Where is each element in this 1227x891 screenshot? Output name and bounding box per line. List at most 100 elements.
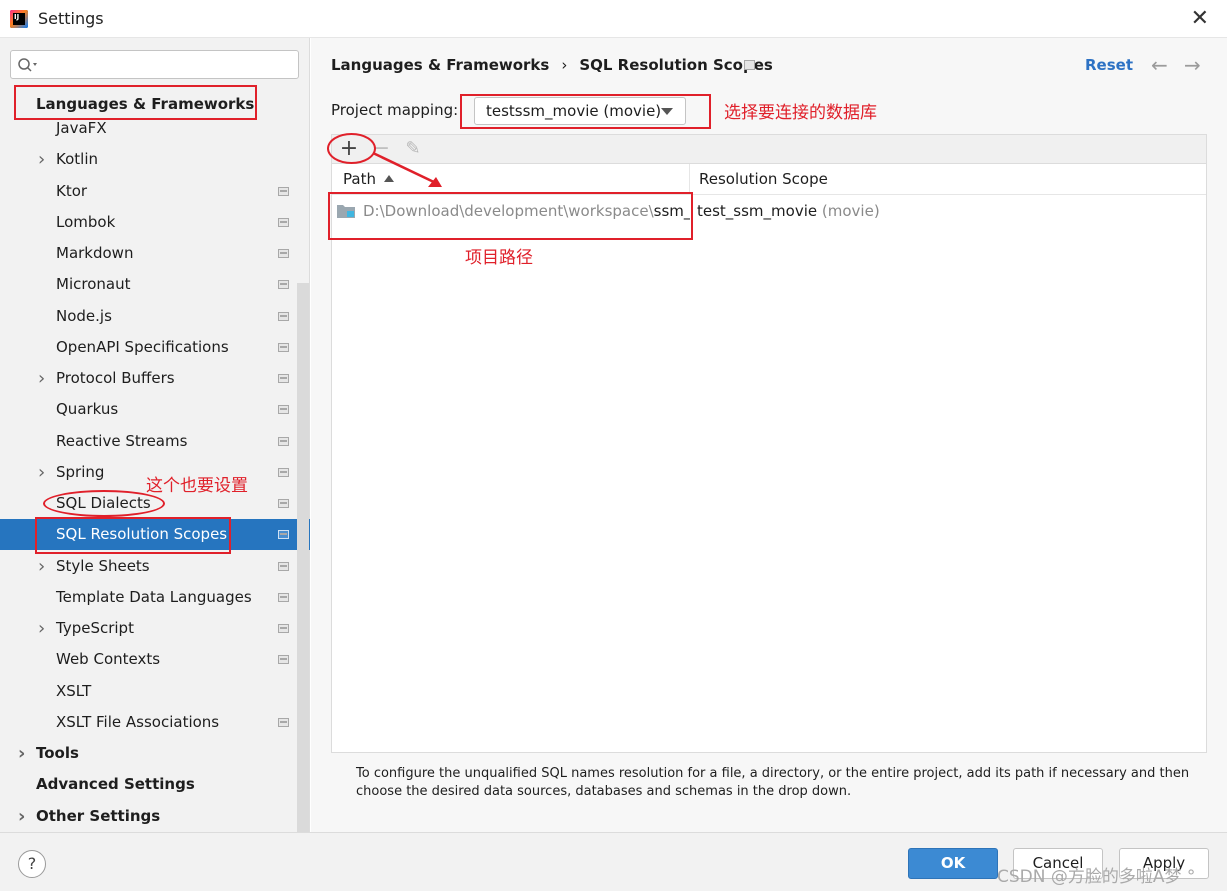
- sidebar-item-label: Node.js: [56, 307, 112, 325]
- sidebar-item-typescript[interactable]: › TypeScript: [38, 613, 310, 644]
- sidebar-item-label: XSLT: [56, 682, 92, 700]
- annotation-box-project-mapping: [460, 94, 711, 129]
- project-scope-icon: [278, 624, 289, 633]
- sidebar-item-markdown[interactable]: Markdown: [56, 238, 310, 269]
- sidebar-item-label: Lombok: [56, 213, 116, 231]
- breadcrumb-parent[interactable]: Languages & Frameworks: [331, 56, 549, 74]
- sidebar-item-label: Micronaut: [56, 275, 131, 293]
- breadcrumb: Languages & Frameworks › SQL Resolution Sc…: [331, 56, 773, 74]
- sidebar-item-reactive-streams[interactable]: Reactive Streams: [56, 426, 310, 457]
- sidebar-item-quarkus[interactable]: Quarkus: [56, 394, 310, 425]
- sidebar-item-label: Reactive Streams: [56, 432, 188, 450]
- sidebar-item-label: Quarkus: [56, 400, 119, 418]
- project-scope-icon: [278, 218, 289, 227]
- project-scope-icon: [278, 280, 289, 289]
- annotation-box-resolution-scopes: [35, 517, 231, 554]
- project-mapping-label: Project mapping:: [331, 101, 459, 119]
- help-description: To configure the unqualified SQL names r…: [356, 766, 1190, 799]
- annotation-ellipse-add: [327, 133, 376, 164]
- sidebar-item-web-contexts[interactable]: Web Contexts: [56, 644, 310, 675]
- chevron-right-icon[interactable]: ›: [38, 144, 45, 175]
- project-scope-icon: [278, 374, 289, 383]
- project-scope-icon: [744, 60, 755, 70]
- sidebar-item-label: Markdown: [56, 244, 134, 262]
- breadcrumb-separator: ›: [561, 56, 568, 74]
- sidebar-item-label: XSLT File Associations: [56, 713, 220, 731]
- annotation-arrow-icon: [372, 151, 442, 187]
- sidebar-item-label: Kotlin: [56, 150, 98, 168]
- title-bar: IJ Settings ✕: [0, 0, 1227, 38]
- reset-link[interactable]: Reset: [1085, 56, 1133, 74]
- sidebar-scrollbar[interactable]: [297, 283, 309, 832]
- sidebar-item-xslt[interactable]: XSLT: [56, 676, 310, 707]
- project-scope-icon: [278, 249, 289, 258]
- annotation-box-path: [328, 192, 693, 240]
- project-scope-icon: [278, 530, 289, 539]
- chevron-right-icon[interactable]: ›: [38, 551, 45, 582]
- intellij-logo-icon: IJ: [10, 10, 28, 28]
- settings-sidebar: Languages & Frameworks JavaFX › Kotlin Ktor…: [0, 38, 310, 832]
- annotation-ellipse-dialects: [43, 490, 165, 517]
- help-button[interactable]: ?: [18, 850, 46, 878]
- annotation-path-note: 项目路径: [465, 248, 533, 268]
- search-field[interactable]: [10, 50, 299, 79]
- scopes-table: Path Resolution Scope D:\Download\develo…: [331, 164, 1207, 753]
- table-toolbar: + − ✎: [331, 134, 1207, 164]
- project-scope-icon: [278, 655, 289, 664]
- chevron-right-icon[interactable]: ›: [18, 738, 25, 769]
- project-scope-icon: [278, 405, 289, 414]
- window-title: Settings: [38, 9, 104, 28]
- scope-cell[interactable]: test_ssm_movie (movie): [690, 196, 1206, 227]
- sidebar-item-openapi-specifications[interactable]: OpenAPI Specifications: [56, 332, 310, 363]
- watermark: CSDN @方脸的多啦A梦 °: [997, 867, 1196, 887]
- project-scope-icon: [278, 718, 289, 727]
- sidebar-item-protocol-buffers[interactable]: › Protocol Buffers: [38, 363, 310, 394]
- project-scope-icon: [278, 593, 289, 602]
- sidebar-item-label: Web Contexts: [56, 650, 161, 668]
- chevron-right-icon[interactable]: ›: [38, 363, 45, 394]
- search-input[interactable]: [45, 54, 285, 75]
- project-scope-icon: [278, 562, 289, 571]
- sidebar-section-tools[interactable]: › Tools: [18, 738, 296, 769]
- sidebar-item-label: Ktor: [56, 182, 88, 200]
- sidebar-item-label: JavaFX: [56, 119, 107, 137]
- sidebar-section-label: Other Settings: [36, 807, 161, 825]
- project-scope-icon: [278, 312, 289, 321]
- sidebar-item-lombok[interactable]: Lombok: [56, 207, 310, 238]
- annotation-db-note: 选择要连接的数据库: [724, 103, 877, 123]
- scope-database: test_ssm_movie: [697, 202, 818, 220]
- project-scope-icon: [278, 437, 289, 446]
- chevron-right-icon[interactable]: ›: [18, 801, 25, 832]
- sidebar-section-other-settings[interactable]: › Other Settings: [18, 801, 296, 832]
- sidebar-item-label: Protocol Buffers: [56, 369, 175, 387]
- project-scope-icon: [278, 343, 289, 352]
- project-scope-icon: [278, 499, 289, 508]
- forward-arrow-icon[interactable]: →: [1184, 53, 1201, 77]
- sidebar-section-advanced-settings[interactable]: Advanced Settings: [36, 769, 296, 800]
- sidebar-item-style-sheets[interactable]: › Style Sheets: [38, 551, 310, 582]
- project-scope-icon: [278, 468, 289, 477]
- sidebar-section-label: Tools: [36, 744, 79, 762]
- sidebar-item-template-data-languages[interactable]: Template Data Languages: [56, 582, 310, 613]
- sidebar-item-ktor[interactable]: Ktor: [56, 176, 310, 207]
- ok-button[interactable]: OK: [908, 848, 998, 879]
- sidebar-item-kotlin[interactable]: › Kotlin: [38, 144, 310, 175]
- project-scope-icon: [278, 187, 289, 196]
- sidebar-item-label: OpenAPI Specifications: [56, 338, 229, 356]
- sidebar-item-label: Template Data Languages: [56, 588, 252, 606]
- sidebar-item-label: TypeScript: [56, 619, 134, 637]
- sidebar-item-micronaut[interactable]: Micronaut: [56, 269, 310, 300]
- close-icon[interactable]: ✕: [1191, 6, 1209, 31]
- sidebar-item-xslt-file-associations[interactable]: XSLT File Associations: [56, 707, 310, 738]
- chevron-right-icon[interactable]: ›: [38, 613, 45, 644]
- scope-schema: (movie): [821, 202, 880, 220]
- sidebar-item-label: Spring: [56, 463, 105, 481]
- column-header-scope[interactable]: Resolution Scope: [690, 164, 1206, 195]
- sidebar-item-label: Style Sheets: [56, 557, 150, 575]
- annotation-box-languages: [14, 85, 257, 120]
- chevron-right-icon[interactable]: ›: [38, 457, 45, 488]
- back-arrow-icon[interactable]: ←: [1151, 53, 1168, 77]
- sidebar-item-node-js[interactable]: Node.js: [56, 301, 310, 332]
- sidebar-section-label: Advanced Settings: [36, 775, 195, 793]
- search-icon: [18, 58, 37, 72]
